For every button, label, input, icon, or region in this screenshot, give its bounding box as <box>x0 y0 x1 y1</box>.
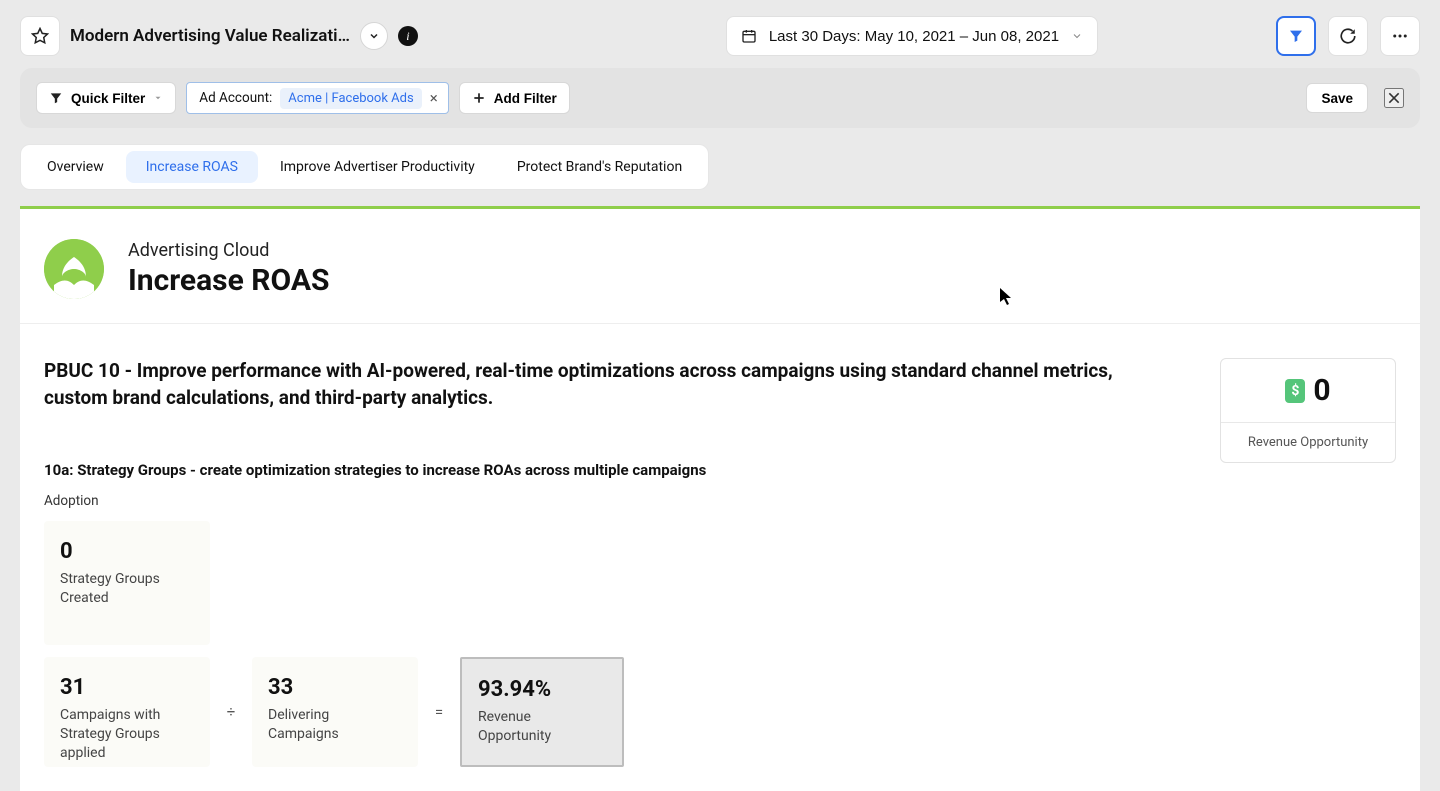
add-filter-button[interactable]: Add Filter <box>459 82 570 114</box>
kpi-top: $ 0 <box>1221 359 1395 422</box>
section-10a: 10a: Strategy Groups - create optimizati… <box>44 461 1180 767</box>
date-range-picker[interactable]: Last 30 Days: May 10, 2021 – Jun 08, 202… <box>726 16 1098 56</box>
hero-text: PBUC 10 - Improve performance with AI-po… <box>44 358 1174 411</box>
chevron-down-icon <box>368 30 380 42</box>
metric-label: Revenue Opportunity <box>478 708 606 746</box>
currency-badge: $ <box>1285 379 1305 403</box>
tab-increase-roas[interactable]: Increase ROAS <box>126 151 258 183</box>
caret-down-icon <box>153 93 163 103</box>
panel-header: Advertising Cloud Increase ROAS <box>20 209 1420 324</box>
filter-bar: Quick Filter Ad Account: Acme | Facebook… <box>20 68 1420 128</box>
metric-value: 0 <box>60 539 194 564</box>
save-filters-button[interactable]: Save <box>1306 83 1368 113</box>
kpi-revenue-opportunity: $ 0 Revenue Opportunity <box>1220 358 1396 463</box>
ad-account-chip-label: Ad Account: <box>199 90 272 106</box>
metric-value: 31 <box>60 675 194 700</box>
metric-row-1: 0 Strategy Groups Created <box>44 521 1180 645</box>
more-menu-button[interactable] <box>1380 16 1420 56</box>
adoption-label: Adoption <box>44 493 1180 509</box>
section-10a-title: 10a: Strategy Groups - create optimizati… <box>44 461 1180 479</box>
close-filterbar-button[interactable] <box>1384 88 1404 108</box>
info-icon[interactable]: i <box>398 26 418 46</box>
metric-delivering-campaigns: 33 Delivering Campaigns <box>252 657 418 767</box>
metric-label: Strategy Groups Created <box>60 570 194 608</box>
tabs-container: Overview Increase ROAS Improve Advertise… <box>20 144 1420 190</box>
ad-account-chip-value: Acme | Facebook Ads <box>280 88 421 109</box>
operator-equals: = <box>424 657 454 767</box>
calendar-icon <box>741 28 757 44</box>
page-title: Modern Advertising Value Realizati… <box>70 26 350 46</box>
filter-toggle-button[interactable] <box>1276 16 1316 56</box>
filter-icon <box>1288 28 1304 44</box>
metric-value: 33 <box>268 675 402 700</box>
brand-logo <box>44 239 104 299</box>
metric-row-2: 31 Campaigns with Strategy Groups applie… <box>44 657 1180 767</box>
metric-strategy-groups-created: 0 Strategy Groups Created <box>44 521 210 645</box>
filter-icon <box>49 91 63 105</box>
add-filter-label: Add Filter <box>494 91 557 106</box>
panel-title: Increase ROAS <box>128 263 329 298</box>
refresh-button[interactable] <box>1328 16 1368 56</box>
plus-icon <box>472 91 486 105</box>
metric-value: 93.94% <box>478 677 606 702</box>
close-icon <box>1386 90 1402 106</box>
refresh-icon <box>1339 27 1357 45</box>
tab-overview[interactable]: Overview <box>27 151 124 183</box>
topbar: Modern Advertising Value Realizati… i La… <box>0 0 1440 68</box>
date-range-text: Last 30 Days: May 10, 2021 – Jun 08, 202… <box>769 28 1059 45</box>
operator-divide: ÷ <box>216 657 246 767</box>
tabs: Overview Increase ROAS Improve Advertise… <box>20 144 709 190</box>
quick-filter-button[interactable]: Quick Filter <box>36 82 176 114</box>
main-panel: Advertising Cloud Increase ROAS PBUC 10 … <box>20 206 1420 791</box>
panel-left: PBUC 10 - Improve performance with AI-po… <box>44 358 1180 767</box>
favorite-button[interactable] <box>20 16 60 56</box>
chevron-down-icon <box>1071 30 1083 42</box>
panel-body: PBUC 10 - Improve performance with AI-po… <box>20 324 1420 791</box>
metric-campaigns-applied: 31 Campaigns with Strategy Groups applie… <box>44 657 210 767</box>
metric-label: Campaigns with Strategy Groups applied <box>60 706 194 763</box>
quick-filter-label: Quick Filter <box>71 91 145 106</box>
topbar-actions <box>1276 16 1420 56</box>
star-icon <box>31 27 49 45</box>
metric-revenue-opportunity-result: 93.94% Revenue Opportunity <box>460 657 624 767</box>
title-dropdown-button[interactable] <box>360 22 388 50</box>
more-horizontal-icon <box>1391 27 1409 45</box>
title-container: Modern Advertising Value Realizati… i <box>70 22 418 50</box>
tab-protect-reputation[interactable]: Protect Brand's Reputation <box>497 151 702 183</box>
kpi-label: Revenue Opportunity <box>1221 422 1395 462</box>
close-icon[interactable]: × <box>430 89 438 107</box>
kpi-value: 0 <box>1313 373 1330 408</box>
panel-subtitle: Advertising Cloud <box>128 240 329 261</box>
panel-header-titles: Advertising Cloud Increase ROAS <box>128 240 329 298</box>
tab-improve-productivity[interactable]: Improve Advertiser Productivity <box>260 151 495 183</box>
ad-account-filter-chip[interactable]: Ad Account: Acme | Facebook Ads × <box>186 82 448 114</box>
metric-label: Delivering Campaigns <box>268 706 402 744</box>
